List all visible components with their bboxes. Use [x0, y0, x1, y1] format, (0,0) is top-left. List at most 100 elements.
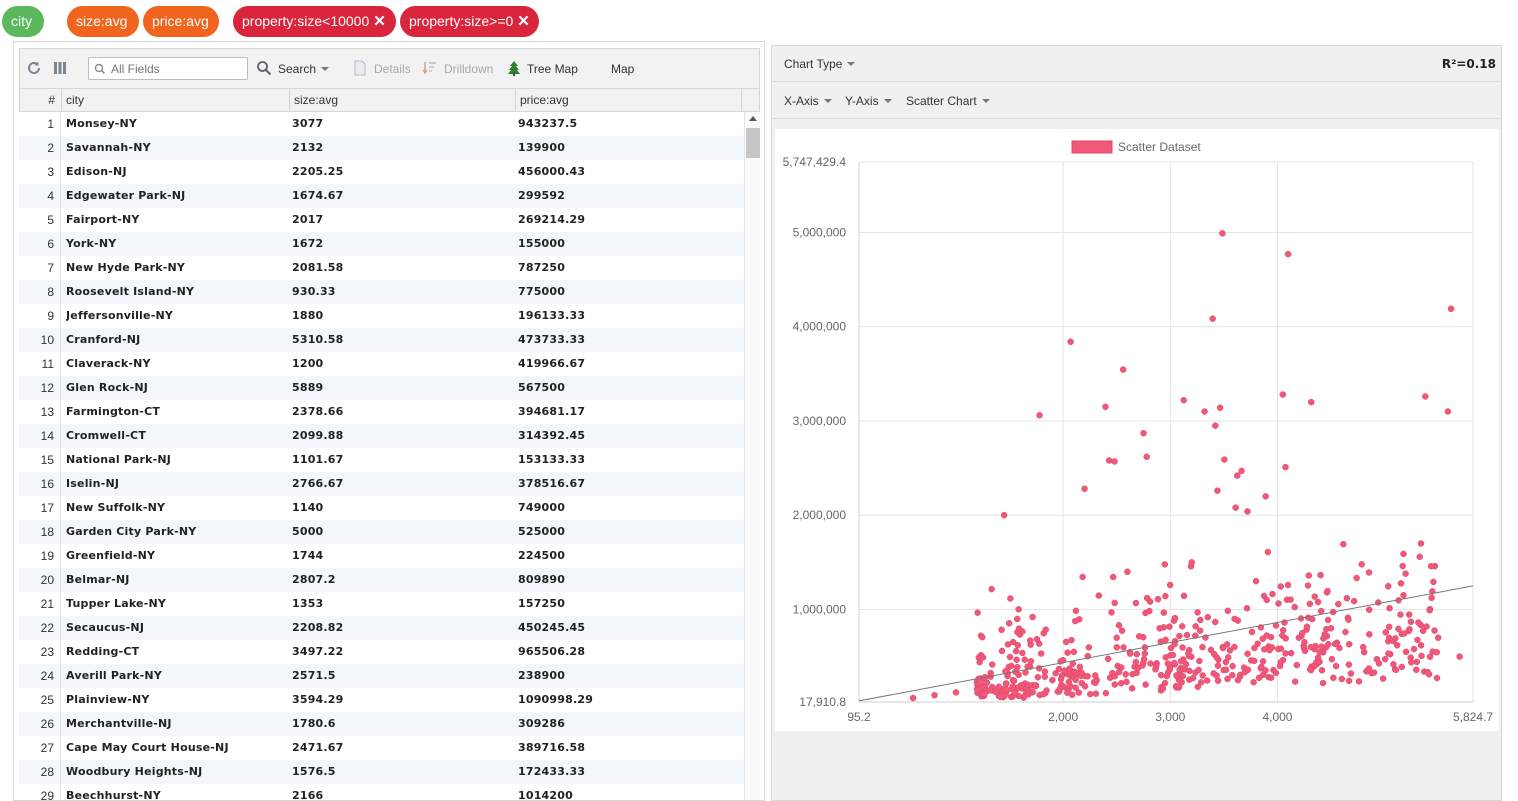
data-point — [1169, 651, 1177, 659]
grid-toolbar: Search Details Drilldown Tree Map Map — [19, 48, 760, 88]
data-point — [1183, 631, 1191, 639]
table-row[interactable]: 14 Cromwell-CT 2099.88 314392.45 — [19, 424, 744, 448]
table-row[interactable]: 23 Redding-CT 3497.22 965506.28 — [19, 640, 744, 664]
filter-pill-city[interactable]: city — [2, 6, 44, 37]
table-row[interactable]: 15 National Park-NJ 1101.67 153133.33 — [19, 448, 744, 472]
filter-pill-size-lt[interactable]: property:size<10000 ✕ — [233, 6, 396, 37]
table-row[interactable]: 28 Woodbury Heights-NJ 1576.5 172433.33 — [19, 760, 744, 784]
size-avg-cell: 2132 — [292, 141, 324, 154]
x-tick-label: 4,000 — [1262, 710, 1292, 724]
data-point — [1301, 639, 1308, 646]
data-point — [1407, 618, 1415, 626]
column-header-city[interactable]: city — [62, 89, 290, 111]
table-row[interactable]: 13 Farmington-CT 2378.66 394681.17 — [19, 400, 744, 424]
row-number: 5 — [19, 208, 61, 232]
columns-icon[interactable] — [52, 60, 68, 76]
table-row[interactable]: 18 Garden City Park-NY 5000 525000 — [19, 520, 744, 544]
table-row[interactable]: 21 Tupper Lake-NY 1353 157250 — [19, 592, 744, 616]
filter-pill-price-avg[interactable]: price:avg — [143, 6, 219, 37]
search-field[interactable] — [88, 57, 248, 80]
filter-pill-size-gte[interactable]: property:size>=0 ✕ — [400, 6, 539, 37]
table-row[interactable]: 24 Averill Park-NY 2571.5 238900 — [19, 664, 744, 688]
size-avg-cell: 1200 — [292, 357, 324, 370]
data-point — [1250, 657, 1258, 665]
data-point — [1029, 688, 1037, 696]
city-cell: Belmar-NJ — [66, 573, 130, 586]
chart-style-dropdown[interactable]: Scatter Chart — [906, 93, 990, 109]
legend-swatch — [1071, 140, 1113, 154]
table-row[interactable]: 9 Jeffersonville-NY 1880 196133.33 — [19, 304, 744, 328]
close-icon[interactable]: ✕ — [373, 13, 386, 30]
search-input[interactable] — [109, 60, 243, 77]
chevron-down-icon — [981, 98, 990, 103]
data-point — [1197, 679, 1205, 686]
table-row[interactable]: 17 New Suffolk-NY 1140 749000 — [19, 496, 744, 520]
data-point — [1408, 659, 1415, 666]
data-point — [1108, 609, 1115, 616]
scrollbar-thumb[interactable] — [746, 128, 760, 158]
table-row[interactable]: 12 Glen Rock-NJ 5889 567500 — [19, 376, 744, 400]
table-row[interactable]: 1 Monsey-NY 3077 943237.5 — [19, 112, 744, 136]
vertical-scrollbar[interactable] — [744, 112, 760, 800]
row-number: 21 — [19, 592, 61, 616]
table-row[interactable]: 3 Edison-NJ 2205.25 456000.43 — [19, 160, 744, 184]
data-point — [1133, 650, 1140, 658]
table-row[interactable]: 19 Greenfield-NY 1744 224500 — [19, 544, 744, 568]
data-point — [1111, 599, 1118, 607]
table-row[interactable]: 20 Belmar-NJ 2807.2 809890 — [19, 568, 744, 592]
data-point — [1013, 656, 1020, 663]
table-row[interactable]: 10 Cranford-NJ 5310.58 473733.33 — [19, 328, 744, 352]
data-point — [987, 669, 994, 677]
data-point — [1250, 679, 1257, 686]
price-avg-cell: 394681.17 — [518, 405, 586, 418]
data-point — [1268, 644, 1276, 651]
data-point — [1078, 669, 1085, 676]
table-row[interactable]: 16 Iselin-NJ 2766.67 378516.67 — [19, 472, 744, 496]
data-point — [1224, 607, 1232, 615]
table-row[interactable]: 5 Fairport-NY 2017 269214.29 — [19, 208, 744, 232]
row-number: 2 — [19, 136, 61, 160]
table-row[interactable]: 11 Claverack-NY 1200 419966.67 — [19, 352, 744, 376]
legend-label: Scatter Dataset — [1118, 140, 1201, 154]
table-row[interactable]: 2 Savannah-NY 2132 139900 — [19, 136, 744, 160]
column-header-size-avg[interactable]: size:avg — [290, 89, 516, 111]
filter-pill-size-avg[interactable]: size:avg — [67, 6, 139, 37]
scroll-up-icon[interactable] — [749, 116, 757, 121]
data-point — [1157, 671, 1165, 679]
search-dropdown-button[interactable]: Search — [278, 61, 330, 77]
chart-type-dropdown[interactable]: Chart Type — [784, 56, 856, 72]
table-row[interactable]: 26 Merchantville-NJ 1780.6 309286 — [19, 712, 744, 736]
table-row[interactable]: 6 York-NY 1672 155000 — [19, 232, 744, 256]
size-avg-cell: 1674.67 — [292, 189, 344, 202]
data-point — [1041, 668, 1049, 675]
data-point — [1154, 595, 1162, 603]
column-header-rownum[interactable]: # — [20, 89, 62, 111]
data-point — [1405, 611, 1413, 618]
table-row[interactable]: 25 Plainview-NY 3594.29 1090998.29 — [19, 688, 744, 712]
data-point — [1034, 674, 1042, 681]
drilldown-button[interactable]: Drilldown — [444, 61, 493, 77]
close-icon[interactable]: ✕ — [517, 13, 530, 30]
data-point — [1067, 338, 1074, 346]
refresh-icon[interactable] — [26, 60, 42, 76]
y-axis-dropdown[interactable]: Y-Axis — [845, 93, 892, 109]
search-icon[interactable] — [256, 60, 272, 76]
table-row[interactable]: 29 Beechhurst-NY 2166 1014200 — [19, 784, 744, 801]
x-axis-dropdown[interactable]: X-Axis — [784, 93, 832, 109]
details-button[interactable]: Details — [374, 61, 411, 77]
map-button[interactable]: Map — [611, 61, 634, 77]
data-point — [1068, 636, 1075, 644]
table-row[interactable]: 27 Cape May Court House-NJ 2471.67 389716.5… — [19, 736, 744, 760]
data-point — [909, 694, 917, 702]
data-point — [1444, 408, 1452, 415]
data-point — [1143, 594, 1151, 602]
size-avg-cell: 2166 — [292, 789, 324, 801]
table-row[interactable]: 8 Roosevelt Island-NY 930.33 775000 — [19, 280, 744, 304]
column-header-price-avg[interactable]: price:avg — [516, 89, 742, 111]
size-avg-cell: 2017 — [292, 213, 324, 226]
table-row[interactable]: 22 Secaucus-NJ 2208.82 450245.45 — [19, 616, 744, 640]
tree-map-button[interactable]: Tree Map — [527, 61, 578, 77]
size-avg-cell: 1140 — [292, 501, 324, 514]
table-row[interactable]: 7 New Hyde Park-NY 2081.58 787250 — [19, 256, 744, 280]
table-row[interactable]: 4 Edgewater Park-NJ 1674.67 299592 — [19, 184, 744, 208]
